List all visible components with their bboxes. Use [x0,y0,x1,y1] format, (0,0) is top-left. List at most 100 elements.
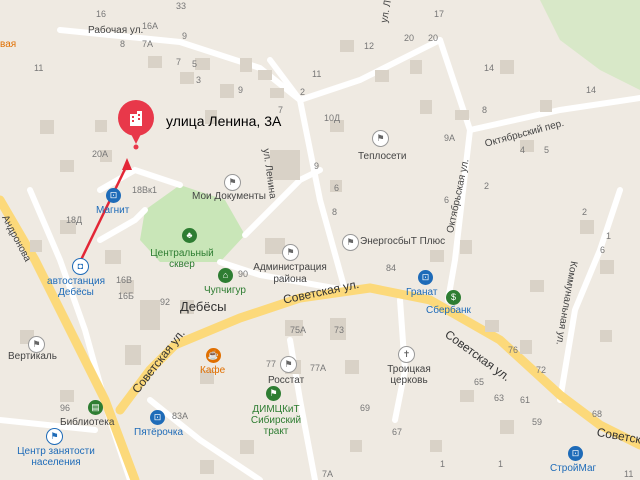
magnit-icon[interactable]: ⊡ [106,188,121,203]
energosbyt-icon[interactable]: ⚑ [342,234,359,251]
poi-label-dimtskit: ДИМЦКиТ Сибирский тракт [250,404,302,437]
street-label-frag-left: вая [0,39,17,50]
poi-label-administratsiya: Администрация района [253,262,327,285]
house-number: 1 [498,459,504,469]
house-number: 9 [314,161,320,171]
house-number: 77 [266,359,277,369]
house-number: 4 [520,145,526,155]
house-number: 7А [142,39,154,49]
poi-label-tsentr-zanyatosti: Центр занятости населения [17,446,95,468]
house-number: 2 [300,87,306,97]
poi-label-biblioteka: Библиотека [60,417,115,428]
poi-label-avtostantsiya: автостанция Дебёсы [47,276,105,298]
house-number: 8 [332,207,338,217]
house-number: 14 [484,63,495,73]
poi-label-energosbyt: ЭнергосбыТ Плюс [360,236,446,247]
house-number: 69 [360,403,371,413]
house-number: 5 [544,145,550,155]
house-number: 9 [238,85,244,95]
house-number: 16Б [118,291,134,301]
house-number: 16 [96,9,107,19]
church-icon[interactable]: ✝ [398,346,415,363]
house-number: 7 [176,57,182,67]
granat-icon[interactable]: ⊡ [418,270,433,285]
house-number: 11 [312,69,322,79]
house-number: 14 [586,85,597,95]
house-number: 11 [624,469,634,479]
house-number: 83А [172,411,189,421]
location-marker[interactable] [116,98,156,150]
house-number: 8 [120,39,126,49]
house-number: 1 [440,459,446,469]
house-number: 20 [428,33,439,43]
house-number: 2 [582,207,588,217]
moi-dokumenty-icon[interactable]: ⚑ [224,174,241,191]
poi-label-vertikal: Вертикаль [8,351,57,362]
poi-label-rosstat: Росстат [268,375,305,386]
teploseti-icon[interactable]: ⚑ [372,130,389,147]
pyaterochka-icon[interactable]: ⊡ [150,410,165,425]
house-number: 76 [508,345,519,355]
house-number: 65 [474,377,485,387]
house-number: 5 [192,59,198,69]
house-number: 1 [606,231,612,241]
house-number: 9 [182,31,188,41]
map-view[interactable]: улица Ленина, 3А Рабочая ул. ул. Ленина … [0,0,640,480]
museum-icon[interactable]: ⌂ [218,268,233,283]
house-number: 73 [334,325,345,335]
cafe-icon[interactable]: ☕ [206,348,221,363]
poi-label-tsentralny-skver: Центральный сквер [150,248,214,270]
house-number: 10Д [324,113,341,123]
stroimag-icon[interactable]: ⊡ [568,446,583,461]
house-number: 59 [532,417,543,427]
house-number: 12 [364,41,375,51]
house-number: 33 [176,1,187,11]
house-number: 96 [60,403,71,413]
house-number: 84 [386,263,397,273]
house-number: 7 [278,105,284,115]
house-number: 7А [322,469,334,479]
administratsiya-icon[interactable]: ⚑ [282,244,299,261]
tree-icon[interactable]: ♣ [182,228,197,243]
marker-address-label: улица Ленина, 3А [166,113,282,129]
poi-label-magnit: Магнит [96,205,130,216]
house-number: 6 [600,245,606,255]
town-label: Дебёсы [180,299,227,314]
poi-label-sberbank: Сбербанк [426,305,471,316]
house-number: 16В [116,275,133,285]
house-number: 9А [444,133,456,143]
house-number: 8 [482,105,488,115]
house-number: 61 [520,395,531,405]
dimtskit-icon[interactable]: ⚑ [266,386,281,401]
poi-label-teploseti: Теплосети [358,151,407,162]
house-number: 75А [290,325,307,335]
house-number: 67 [392,427,403,437]
house-number: 90 [238,269,249,279]
house-number: 11 [34,63,44,73]
house-number: 68 [592,409,603,419]
building-icon [128,110,144,126]
poi-label-troitskaya: Троицкая церковь [387,364,431,386]
poi-label-granat: Гранат [406,287,438,298]
house-number: 72 [536,365,547,375]
house-number: 17 [434,9,445,19]
poi-label-moi-dokumenty: Мои Документы [192,191,266,202]
house-number: 20 [404,33,415,43]
house-number: 6 [334,183,340,193]
house-number: 6 [444,195,450,205]
poi-label-stroimag: СтройМаг [550,463,597,474]
poi-label-kafe: Кафе [200,365,226,376]
house-number: 92 [160,297,171,307]
street-label-rabochaya: Рабочая ул. [88,25,144,36]
house-number: 18Д [66,215,83,225]
house-number: 63 [494,393,505,403]
poi-label-chupchigur: Чупчигур [204,285,246,296]
library-icon[interactable]: ▤ [88,400,103,415]
rosstat-icon[interactable]: ⚑ [280,356,297,373]
bus-station-icon[interactable]: ◘ [72,258,89,275]
tsentr-zanyatosti-icon[interactable]: ⚑ [46,428,63,445]
bank-icon[interactable]: $ [446,290,461,305]
house-number: 18Вк1 [132,185,157,195]
house-number: 3 [196,75,202,85]
house-number: 77А [310,363,327,373]
